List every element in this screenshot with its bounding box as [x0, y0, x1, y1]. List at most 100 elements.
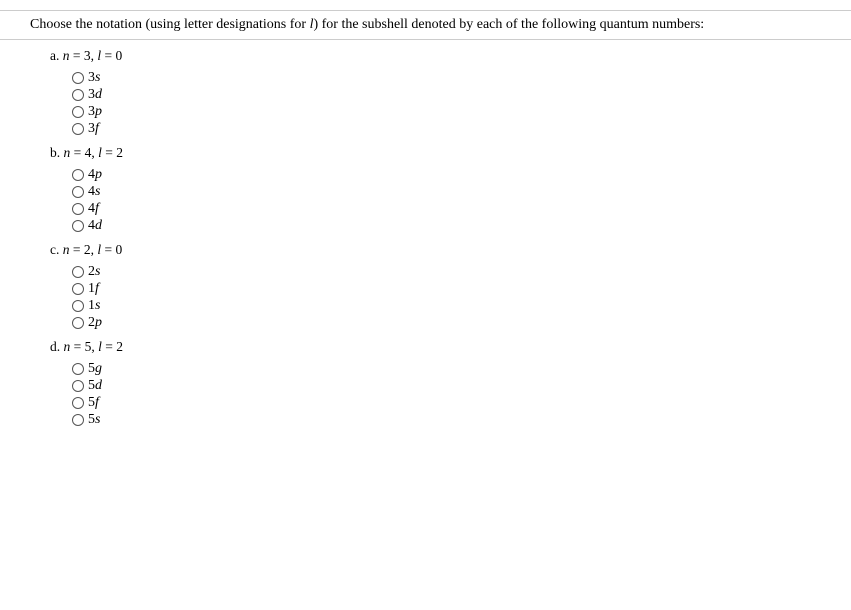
part-b-label: b. n = 4, l = 2: [50, 145, 801, 161]
radio-icon[interactable]: [72, 203, 84, 215]
part-d-nval: 5: [85, 339, 92, 354]
option-label: 2s: [88, 264, 100, 280]
radio-icon[interactable]: [72, 380, 84, 392]
option-orb: f: [95, 395, 99, 410]
radio-icon[interactable]: [72, 283, 84, 295]
radio-icon[interactable]: [72, 89, 84, 101]
option-orb: d: [95, 378, 102, 393]
option-num: 3: [88, 121, 95, 136]
part-a-nval: 3: [84, 48, 91, 63]
option-c-4[interactable]: 2p: [72, 315, 801, 331]
option-label: 2p: [88, 315, 102, 331]
option-orb: f: [95, 121, 99, 136]
option-a-3[interactable]: 3p: [72, 104, 801, 120]
radio-icon[interactable]: [72, 123, 84, 135]
option-a-2[interactable]: 3d: [72, 87, 801, 103]
option-d-3[interactable]: 5f: [72, 395, 801, 411]
option-label: 4p: [88, 167, 102, 183]
radio-icon[interactable]: [72, 72, 84, 84]
option-a-4[interactable]: 3f: [72, 121, 801, 137]
option-num: 1: [88, 298, 95, 313]
option-num: 3: [88, 104, 95, 119]
part-a-label: a. n = 3, l = 0: [50, 48, 801, 64]
radio-icon[interactable]: [72, 414, 84, 426]
part-a-nvar: n: [63, 48, 70, 63]
option-num: 3: [88, 70, 95, 85]
option-label: 5d: [88, 378, 102, 394]
question-prompt: Choose the notation (using letter design…: [0, 10, 851, 40]
option-orb: s: [95, 264, 100, 279]
part-d-label: d. n = 5, l = 2: [50, 339, 801, 355]
option-label: 5g: [88, 361, 102, 377]
option-b-2[interactable]: 4s: [72, 184, 801, 200]
prompt-prefix: Choose the notation (using letter design…: [30, 17, 310, 32]
option-label: 1s: [88, 298, 100, 314]
option-c-2[interactable]: 1f: [72, 281, 801, 297]
part-a: a. n = 3, l = 0 3s 3d 3p 3f: [50, 48, 801, 137]
radio-icon[interactable]: [72, 220, 84, 232]
part-d: d. n = 5, l = 2 5g 5d 5f 5s: [50, 339, 801, 428]
option-orb: s: [95, 298, 100, 313]
option-num: 5: [88, 378, 95, 393]
radio-icon[interactable]: [72, 397, 84, 409]
option-orb: f: [95, 281, 99, 296]
radio-icon[interactable]: [72, 363, 84, 375]
radio-icon[interactable]: [72, 169, 84, 181]
option-num: 4: [88, 184, 95, 199]
option-orb: p: [95, 104, 102, 119]
part-b-letter: b.: [50, 145, 60, 160]
option-a-1[interactable]: 3s: [72, 70, 801, 86]
option-d-4[interactable]: 5s: [72, 412, 801, 428]
option-orb: f: [95, 201, 99, 216]
option-b-1[interactable]: 4p: [72, 167, 801, 183]
option-orb: d: [95, 218, 102, 233]
part-d-lvar: l: [98, 339, 102, 354]
part-c-letter: c.: [50, 242, 59, 257]
option-c-1[interactable]: 2s: [72, 264, 801, 280]
option-num: 5: [88, 361, 95, 376]
part-a-lvar: l: [97, 48, 101, 63]
option-orb: p: [95, 167, 102, 182]
part-a-options: 3s 3d 3p 3f: [50, 70, 801, 137]
part-c: c. n = 2, l = 0 2s 1f 1s 2p: [50, 242, 801, 331]
option-num: 5: [88, 395, 95, 410]
radio-icon[interactable]: [72, 300, 84, 312]
part-b-nval: 4: [85, 145, 92, 160]
option-label: 3f: [88, 121, 99, 137]
option-label: 5s: [88, 412, 100, 428]
radio-icon[interactable]: [72, 317, 84, 329]
option-orb: g: [95, 361, 102, 376]
part-b-nvar: n: [64, 145, 71, 160]
part-c-options: 2s 1f 1s 2p: [50, 264, 801, 331]
part-d-nvar: n: [64, 339, 71, 354]
option-label: 4f: [88, 201, 99, 217]
option-num: 2: [88, 315, 95, 330]
part-d-options: 5g 5d 5f 5s: [50, 361, 801, 428]
option-orb: d: [95, 87, 102, 102]
option-num: 4: [88, 201, 95, 216]
option-orb: p: [95, 315, 102, 330]
option-c-3[interactable]: 1s: [72, 298, 801, 314]
radio-icon[interactable]: [72, 106, 84, 118]
prompt-suffix: ) for the subshell denoted by each of th…: [313, 17, 704, 32]
option-d-2[interactable]: 5d: [72, 378, 801, 394]
option-label: 1f: [88, 281, 99, 297]
radio-icon[interactable]: [72, 186, 84, 198]
option-b-3[interactable]: 4f: [72, 201, 801, 217]
option-label: 4d: [88, 218, 102, 234]
option-num: 4: [88, 167, 95, 182]
part-c-nvar: n: [63, 242, 70, 257]
option-orb: s: [95, 70, 100, 85]
part-b: b. n = 4, l = 2 4p 4s 4f 4d: [50, 145, 801, 234]
part-a-letter: a.: [50, 48, 59, 63]
option-label: 3s: [88, 70, 100, 86]
option-d-1[interactable]: 5g: [72, 361, 801, 377]
option-num: 5: [88, 412, 95, 427]
option-b-4[interactable]: 4d: [72, 218, 801, 234]
radio-icon[interactable]: [72, 266, 84, 278]
option-num: 3: [88, 87, 95, 102]
option-orb: s: [95, 412, 100, 427]
part-b-options: 4p 4s 4f 4d: [50, 167, 801, 234]
part-c-label: c. n = 2, l = 0: [50, 242, 801, 258]
part-b-lval: 2: [116, 145, 123, 160]
